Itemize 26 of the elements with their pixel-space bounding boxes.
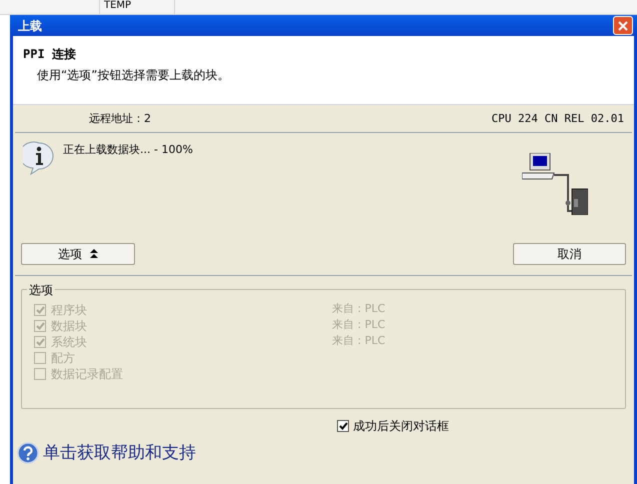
help-link[interactable]: 单击获取帮助和支持 <box>43 440 196 466</box>
header-title: PPI 连接 <box>23 46 77 63</box>
checkbox-label: 配方 <box>51 350 76 366</box>
info-icon <box>23 140 55 174</box>
status-message: 正在上载数据块... - 100% <box>63 142 193 158</box>
header-subtitle: 使用“选项”按钮选择需要上载的块。 <box>36 67 230 84</box>
cpu-version: CPU 224 CN REL 02.01 <box>492 111 624 127</box>
options-button[interactable]: 选项 <box>21 242 135 264</box>
checkbox-label: 程序块 <box>51 302 88 318</box>
checkbox-label: 系统块 <box>51 334 88 350</box>
checkbox-label: 成功后关闭对话框 <box>353 418 449 434</box>
pc-plc-connection-drawing <box>522 152 588 214</box>
close-button[interactable] <box>613 16 633 35</box>
remote-address: 远程地址：2 <box>88 111 151 127</box>
checkbox-label: 数据块 <box>51 318 88 334</box>
help-icon <box>17 442 39 464</box>
window-title: 上载 <box>17 18 42 34</box>
column-header: TEMP <box>100 0 175 14</box>
double-caret-up-icon <box>90 249 98 258</box>
source-label: 来自 : PLC <box>332 333 386 350</box>
checkbox-label: 数据记录配置 <box>51 366 124 382</box>
checkbox[interactable] <box>337 420 349 432</box>
source-label: 来自 : PLC <box>332 301 386 318</box>
source-label: 来自 : PLC <box>332 317 386 334</box>
cancel-button[interactable]: 取消 <box>513 242 626 264</box>
close-icon <box>618 20 628 30</box>
